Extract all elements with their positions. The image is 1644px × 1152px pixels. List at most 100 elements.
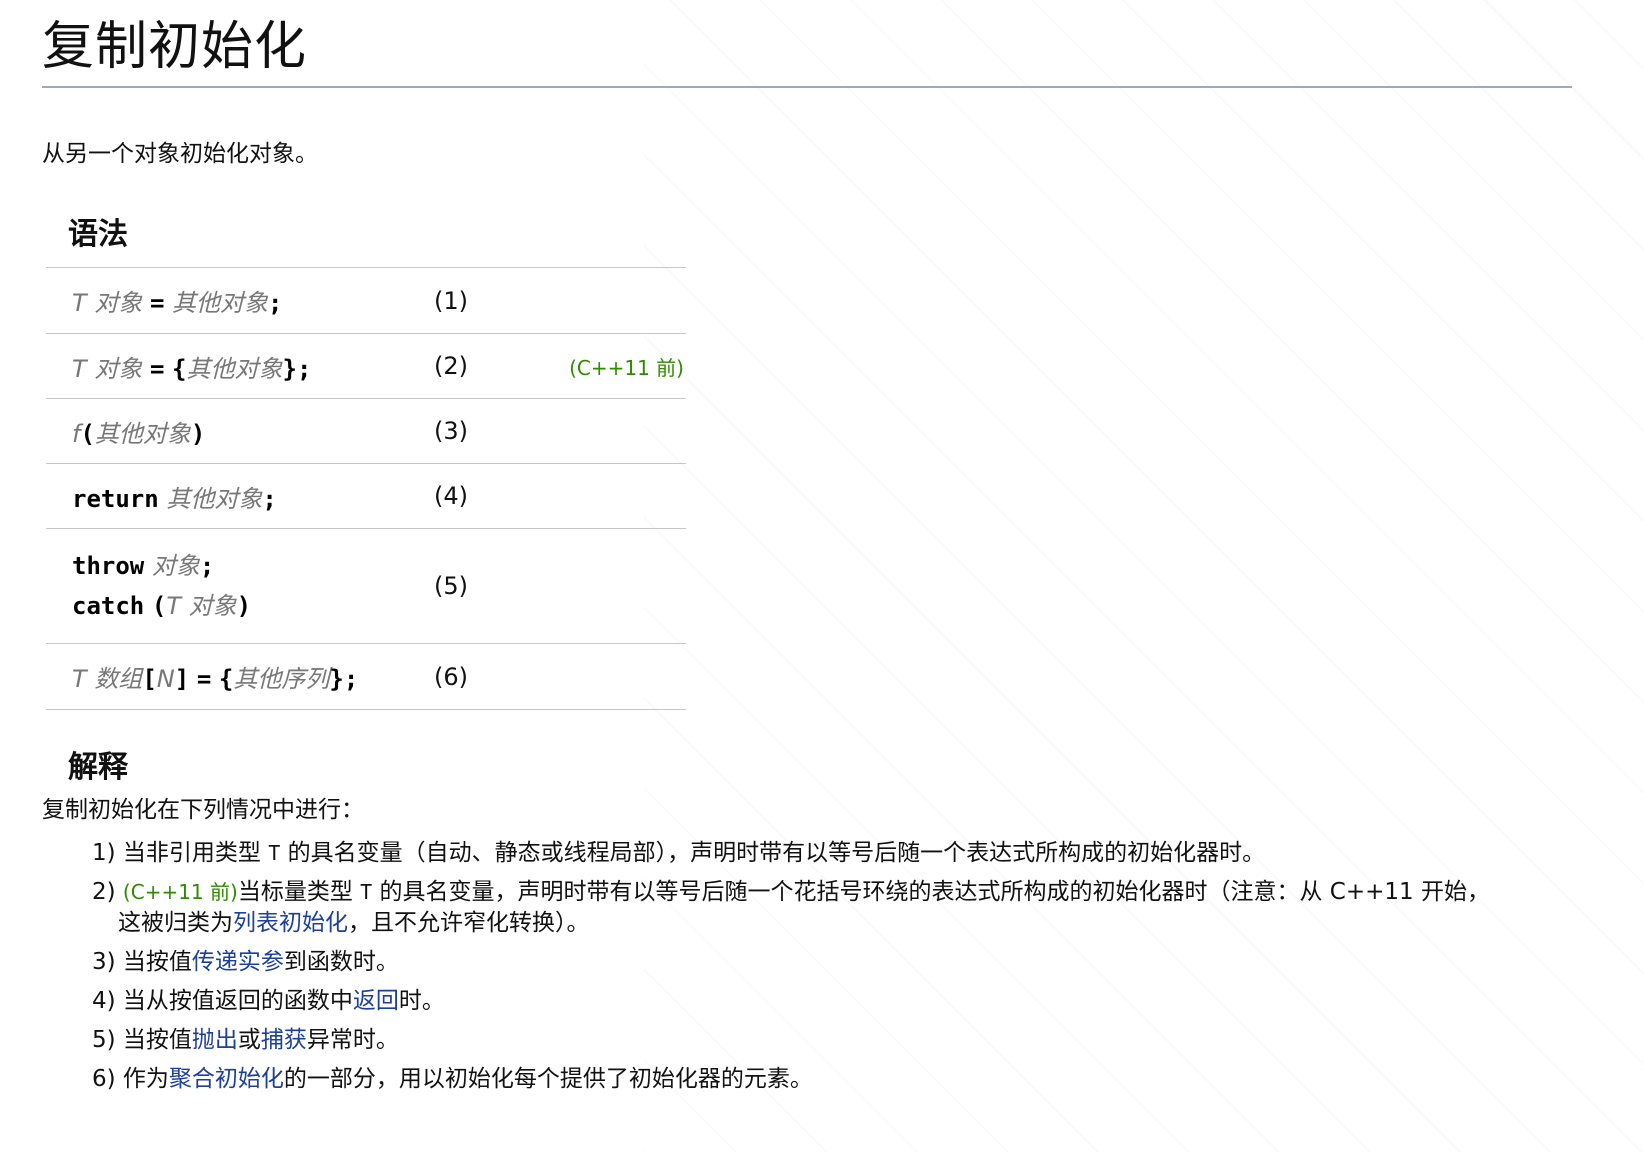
other-placeholder: 其他对象 — [94, 419, 191, 448]
item-text: 当非引用类型 — [122, 840, 261, 866]
list-initialization-link[interactable]: 列表初始化 — [233, 910, 348, 936]
code-token: = — [149, 289, 165, 317]
item-text: 作为 — [122, 1066, 169, 1092]
syntax-row-1: T 对象 = 其他对象; (1) — [46, 267, 686, 334]
intro-text: 从另一个对象初始化对象。 — [42, 141, 318, 167]
object-placeholder: 对象 — [188, 592, 237, 620]
item-number: 1) — [92, 840, 116, 866]
list-item: 1) 当非引用类型 T 的具名变量（自动、静态或线程局部），声明时带有以等号后随… — [92, 838, 1512, 869]
syntax-row-6: T 数组[N] = {其他序列}; (6) — [46, 643, 686, 710]
code-token: [ — [142, 665, 157, 693]
syntax-row-2: T 对象 = {其他对象}; (2) (C++11 前) — [46, 333, 686, 399]
code-line: catch (T 对象) — [72, 586, 432, 626]
code-token: } — [282, 354, 297, 383]
list-item: 3) 当按值传递实参到函数时。 — [92, 947, 1512, 978]
syntax-code: return 其他对象; — [46, 463, 433, 529]
syntax-code: f(其他对象) — [46, 398, 433, 464]
item-number: 5) — [92, 1027, 116, 1053]
page-title: 复制初始化 — [42, 12, 1572, 88]
explanation-heading: 解释 — [68, 750, 128, 785]
code-token: { — [172, 354, 187, 383]
object-placeholder: 对象 — [94, 289, 143, 317]
type-placeholder: T — [72, 665, 87, 693]
other-placeholder: 其他对象 — [172, 289, 269, 317]
list-item: 2) (C++11 前)当标量类型 T 的具名变量，声明时带有以等号后随一个花括… — [92, 877, 1512, 939]
item-number: 2) — [92, 879, 116, 905]
other-placeholder: 其他对象 — [186, 354, 283, 383]
keyword: catch — [72, 592, 145, 620]
type-name: T — [360, 880, 373, 904]
syntax-heading: 语法 — [68, 217, 128, 252]
syntax-version — [528, 398, 686, 464]
syntax-row-3: f(其他对象) (3) — [46, 398, 686, 464]
version-note: (C++11 前) — [569, 355, 684, 380]
syntax-version — [528, 463, 686, 529]
type-placeholder: T — [166, 592, 182, 620]
code-token: = — [196, 665, 212, 693]
code-token: = — [149, 354, 165, 383]
pass-argument-link[interactable]: 传递实参 — [192, 949, 284, 975]
item-text: 当从按值返回的函数中 — [122, 988, 353, 1014]
item-text: ，且不允许窄化转换）。 — [348, 910, 590, 936]
code-token: ( — [151, 592, 167, 620]
item-text: 异常时。 — [306, 1027, 399, 1053]
syntax-version — [528, 528, 686, 644]
syntax-number: (4) — [433, 463, 528, 529]
version-note: (C++11 前) — [122, 880, 238, 904]
list-item: 4) 当从按值返回的函数中返回时。 — [92, 986, 1512, 1017]
item-text: 的具名变量（自动、静态或线程局部），声明时带有以等号后随一个表达式所构成的初始化… — [287, 840, 1266, 866]
catch-link[interactable]: 捕获 — [261, 1027, 307, 1053]
aggregate-initialization-link[interactable]: 聚合初始化 — [169, 1066, 284, 1092]
code-token: ) — [236, 592, 252, 620]
item-number: 6) — [92, 1066, 116, 1092]
code-token: { — [218, 665, 234, 693]
item-text: 当按值 — [122, 949, 192, 975]
syntax-number: (2) — [433, 333, 528, 399]
syntax-code: T 数组[N] = {其他序列}; — [46, 643, 433, 710]
item-text: 或 — [237, 1027, 261, 1053]
item-text: 时。 — [398, 988, 445, 1014]
other-placeholder: 其他对象 — [166, 484, 263, 513]
list-item: 5) 当按值抛出或捕获异常时。 — [92, 1025, 1512, 1056]
item-number: 4) — [92, 988, 116, 1014]
keyword: return — [72, 484, 159, 513]
syntax-number: (6) — [433, 643, 528, 710]
syntax-code: T 对象 = 其他对象; — [46, 267, 433, 334]
explanation-intro: 复制初始化在下列情况中进行： — [42, 797, 364, 823]
case-list: 1) 当非引用类型 T 的具名变量（自动、静态或线程局部），声明时带有以等号后随… — [42, 838, 1512, 1095]
syntax-number: (3) — [433, 398, 528, 464]
object-placeholder: 对象 — [151, 552, 200, 580]
syntax-code: T 对象 = {其他对象}; — [46, 333, 433, 399]
syntax-code: throw 对象; catch (T 对象) — [46, 528, 433, 644]
syntax-version: (C++11 前) — [528, 333, 686, 399]
keyword: throw — [72, 552, 145, 580]
syntax-version — [528, 643, 686, 710]
throw-link[interactable]: 抛出 — [192, 1027, 238, 1053]
item-text: 当按值 — [122, 1027, 192, 1053]
item-text: 的一部分，用以初始化每个提供了初始化器的元素。 — [283, 1066, 813, 1092]
type-placeholder: T — [72, 354, 87, 383]
syntax-version — [528, 267, 686, 334]
type-placeholder: T — [72, 289, 87, 317]
item-text: 到函数时。 — [283, 949, 399, 975]
list-item: 6) 作为聚合初始化的一部分，用以初始化每个提供了初始化器的元素。 — [92, 1064, 1512, 1095]
syntax-row-5: throw 对象; catch (T 对象) (5) — [46, 528, 686, 644]
syntax-number: (5) — [433, 528, 528, 644]
type-name: T — [268, 841, 281, 865]
code-token: } — [329, 665, 344, 693]
item-number: 3) — [92, 949, 116, 975]
code-token: ; — [296, 354, 312, 383]
code-token: ; — [262, 484, 277, 513]
syntax-number: (1) — [433, 267, 528, 334]
code-token: ; — [199, 552, 215, 580]
object-placeholder: 对象 — [94, 354, 143, 383]
code-token: ] — [174, 665, 190, 693]
code-token: ( — [80, 419, 95, 448]
size-placeholder: N — [156, 665, 175, 693]
code-token: ) — [190, 419, 206, 448]
return-link[interactable]: 返回 — [353, 988, 399, 1014]
code-line: throw 对象; — [72, 546, 432, 586]
item-text: 当标量类型 — [237, 879, 353, 905]
sequence-placeholder: 其他序列 — [233, 665, 330, 693]
syntax-row-4: return 其他对象; (4) — [46, 463, 686, 529]
